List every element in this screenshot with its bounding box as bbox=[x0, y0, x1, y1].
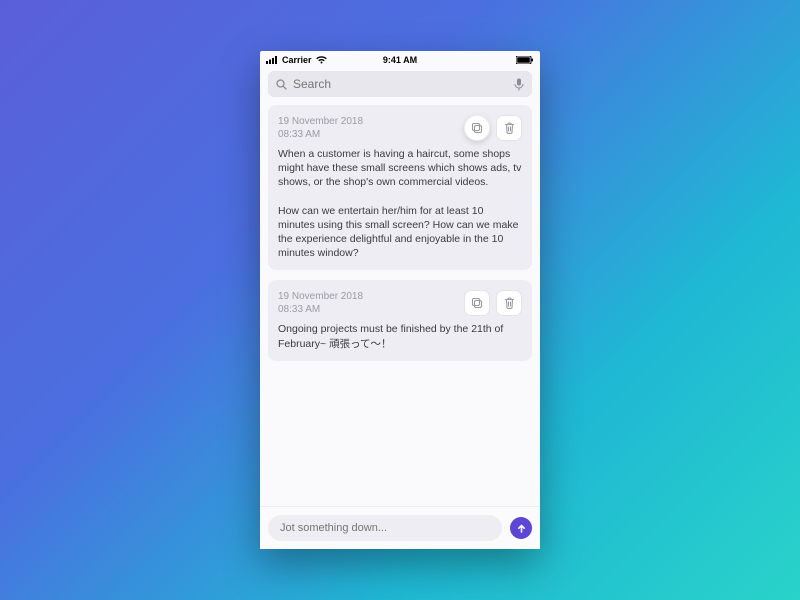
wifi-icon bbox=[316, 56, 327, 64]
signal-icon bbox=[266, 56, 278, 64]
arrow-up-icon bbox=[516, 523, 527, 534]
note-timestamp: 19 November 2018 08:33 AM bbox=[278, 115, 363, 141]
trash-icon bbox=[504, 297, 515, 309]
copy-button[interactable] bbox=[464, 290, 490, 316]
note-card[interactable]: 19 November 2018 08:33 AM Ongoing projec… bbox=[268, 280, 532, 360]
copy-icon bbox=[471, 297, 483, 309]
note-body: Ongoing projects must be finished by the… bbox=[278, 322, 522, 350]
copy-button[interactable] bbox=[464, 115, 490, 141]
status-bar: Carrier 9:41 AM bbox=[260, 51, 540, 67]
mic-icon[interactable] bbox=[514, 78, 524, 91]
trash-icon bbox=[504, 122, 515, 134]
phone-screen: Carrier 9:41 AM 19 November 2018 bbox=[260, 51, 540, 549]
battery-icon bbox=[516, 56, 534, 64]
search-icon bbox=[276, 79, 287, 90]
note-timestamp: 19 November 2018 08:33 AM bbox=[278, 290, 363, 316]
delete-button[interactable] bbox=[496, 290, 522, 316]
copy-icon bbox=[471, 122, 483, 134]
send-button[interactable] bbox=[510, 517, 532, 539]
compose-input[interactable] bbox=[268, 515, 502, 541]
note-card[interactable]: 19 November 2018 08:33 AM When a custome… bbox=[268, 105, 532, 270]
search-bar[interactable] bbox=[268, 71, 532, 97]
composer-bar bbox=[260, 506, 540, 549]
note-body: When a customer is having a haircut, som… bbox=[278, 147, 522, 260]
search-input[interactable] bbox=[293, 77, 508, 91]
carrier-label: Carrier bbox=[282, 55, 312, 65]
delete-button[interactable] bbox=[496, 115, 522, 141]
notes-list[interactable]: 19 November 2018 08:33 AM When a custome… bbox=[260, 105, 540, 506]
